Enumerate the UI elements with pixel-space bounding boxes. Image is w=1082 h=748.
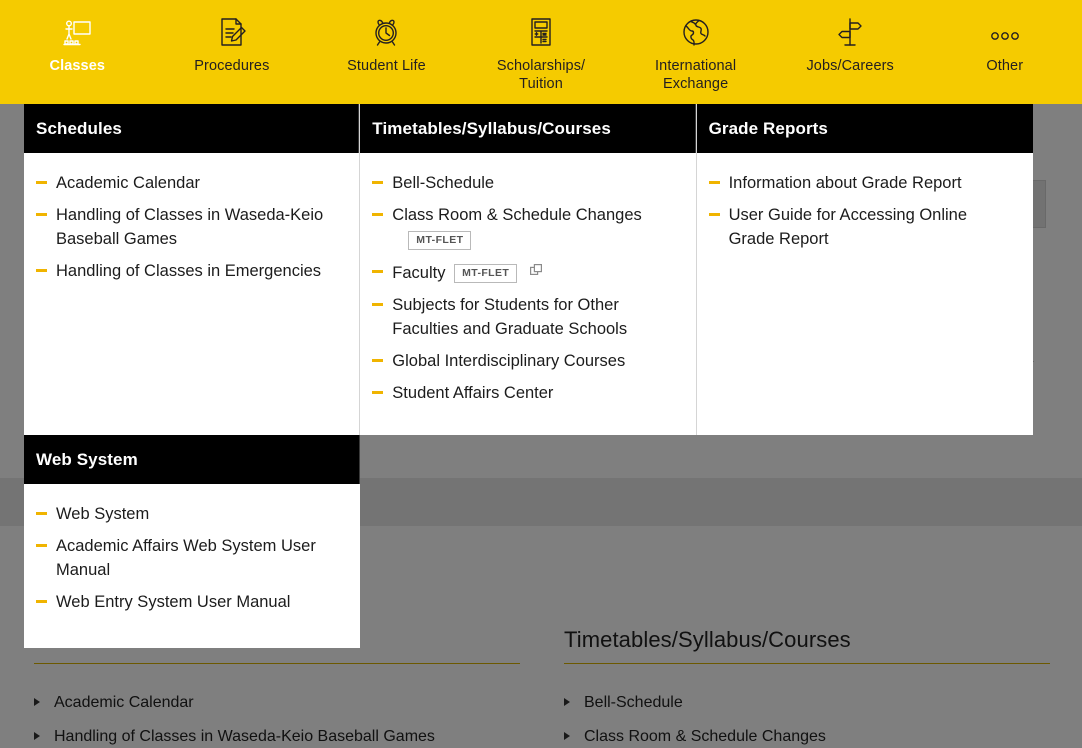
list-item[interactable]: Handling of Classes in Emergencies	[36, 259, 343, 283]
mega-menu-row-2: Web System Web System Academic Affairs W…	[24, 435, 1033, 648]
dash-bullet-icon	[36, 544, 47, 547]
nav-label: Procedures	[194, 58, 270, 74]
menu-link[interactable]: Faculty	[392, 264, 445, 282]
nav-label: Scholarships/ Tuition	[496, 58, 586, 92]
mega-column-body: Web System Academic Affairs Web System U…	[24, 484, 361, 648]
list-item[interactable]: Academic Calendar	[36, 171, 343, 195]
dash-bullet-icon	[372, 303, 384, 306]
list-item[interactable]: Global Interdisciplinary Courses	[372, 349, 679, 373]
status-badge: MT-FLET	[454, 264, 518, 283]
list-item[interactable]: Web Entry System User Manual	[36, 590, 344, 614]
mega-column-schedules: Schedules Academic Calendar Handling of …	[24, 104, 361, 435]
dash-bullet-icon	[372, 270, 384, 273]
menu-link[interactable]: Class Room & Schedule Changes	[392, 206, 641, 224]
mega-menu-row-1: Schedules Academic Calendar Handling of …	[24, 104, 1033, 435]
menu-link[interactable]: Information about Grade Report	[729, 174, 962, 192]
menu-link[interactable]: Handling of Classes in Emergencies	[56, 262, 321, 280]
alarm-clock-icon	[369, 10, 403, 54]
list-item[interactable]: Student Affairs Center	[372, 381, 679, 405]
list-item[interactable]: Web System	[36, 502, 344, 526]
dash-bullet-icon	[36, 181, 47, 184]
dash-bullet-icon	[708, 213, 720, 216]
nav-item-jobs-careers[interactable]: Jobs/Careers	[773, 0, 928, 104]
nav-item-classes[interactable]: Classes	[0, 0, 155, 104]
dash-bullet-icon	[372, 359, 384, 362]
dash-bullet-icon	[36, 213, 47, 216]
dash-bullet-icon	[372, 213, 384, 216]
mega-column-body: Bell-Schedule Class Room & Schedule Chan…	[360, 153, 696, 435]
list-item[interactable]: Academic Affairs Web System User Manual	[36, 534, 344, 582]
mega-column-timetables: Timetables/Syllabus/Courses Bell-Schedul…	[360, 104, 697, 435]
nav-label: Jobs/Careers	[806, 58, 894, 74]
menu-link[interactable]: Web System	[56, 505, 149, 523]
nav-item-other[interactable]: Other	[927, 0, 1082, 104]
nav-label: Classes	[49, 58, 106, 74]
menu-link[interactable]: Academic Affairs Web System User Manual	[56, 537, 316, 579]
mega-link-list: Web System Academic Affairs Web System U…	[36, 502, 344, 614]
dash-bullet-icon	[372, 181, 384, 184]
list-item[interactable]: Class Room & Schedule Changes MT-FLET	[372, 203, 679, 252]
dash-bullet-icon	[372, 391, 384, 394]
menu-link[interactable]: Subjects for Students for Other Facultie…	[392, 296, 627, 338]
global-navigation: Classes Procedures Student Life Scholars…	[0, 0, 1082, 104]
nav-item-international-exchange[interactable]: International Exchange	[618, 0, 773, 104]
list-item[interactable]: Bell-Schedule	[372, 171, 679, 195]
menu-link[interactable]: Academic Calendar	[56, 174, 200, 192]
signpost-icon	[833, 10, 867, 54]
nav-label: Other	[986, 58, 1024, 74]
status-badge: MT-FLET	[408, 231, 472, 250]
mega-link-list: Information about Grade Report User Guid…	[708, 171, 1017, 251]
menu-link[interactable]: Student Affairs Center	[392, 384, 553, 402]
menu-link[interactable]: Handling of Classes in Waseda-Keio Baseb…	[56, 206, 323, 248]
mega-link-list: Bell-Schedule Class Room & Schedule Chan…	[372, 171, 679, 405]
dash-bullet-icon	[708, 181, 720, 184]
dash-bullet-icon	[36, 512, 47, 515]
list-item[interactable]: Handling of Classes in Waseda-Keio Baseb…	[36, 203, 343, 251]
mega-link-list: Academic Calendar Handling of Classes in…	[36, 171, 343, 283]
page-root: Schedules Academic Calendar Handling of …	[0, 0, 1082, 748]
nav-item-procedures[interactable]: Procedures	[155, 0, 310, 104]
mega-column-web-system: Web System Web System Academic Affairs W…	[24, 435, 361, 648]
nav-label: International Exchange	[655, 58, 737, 92]
list-item[interactable]: User Guide for Accessing Online Grade Re…	[708, 203, 1017, 251]
ellipsis-icon	[984, 10, 1026, 54]
mega-column-body: Information about Grade Report User Guid…	[696, 153, 1033, 377]
globe-icon	[679, 10, 713, 54]
classroom-icon	[60, 10, 94, 54]
mega-column-title: Schedules	[24, 104, 360, 153]
nav-label: Student Life	[347, 58, 426, 74]
dash-bullet-icon	[36, 269, 47, 272]
mega-column-title: Timetables/Syllabus/Courses	[360, 104, 696, 153]
mega-column-body: Academic Calendar Handling of Classes in…	[24, 153, 360, 377]
document-pen-icon	[215, 10, 249, 54]
mega-column-title: Grade Reports	[696, 104, 1033, 153]
new-window-icon	[529, 260, 543, 284]
menu-link[interactable]: Global Interdisciplinary Courses	[392, 352, 625, 370]
menu-link[interactable]: Web Entry System User Manual	[56, 593, 290, 611]
nav-item-student-life[interactable]: Student Life	[309, 0, 464, 104]
nav-item-scholarships-tuition[interactable]: Scholarships/ Tuition	[464, 0, 619, 104]
mega-column-title: Web System	[24, 435, 361, 484]
classes-mega-menu: Schedules Academic Calendar Handling of …	[24, 104, 1033, 648]
dash-bullet-icon	[36, 600, 47, 603]
list-item[interactable]: Subjects for Students for Other Facultie…	[372, 293, 679, 341]
list-item[interactable]: Information about Grade Report	[708, 171, 1017, 195]
menu-link[interactable]: Bell-Schedule	[392, 174, 494, 192]
mega-column-grade-reports: Grade Reports Information about Grade Re…	[696, 104, 1033, 435]
list-item[interactable]: Faculty MT-FLET	[372, 260, 679, 285]
menu-link[interactable]: User Guide for Accessing Online Grade Re…	[729, 206, 967, 248]
calculator-icon	[524, 10, 558, 54]
